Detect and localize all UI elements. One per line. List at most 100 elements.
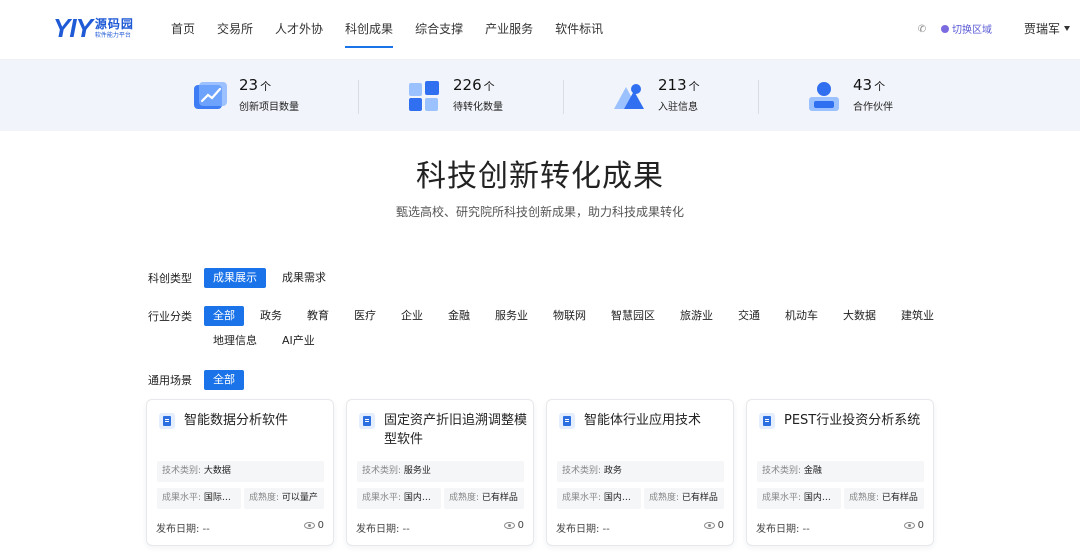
card-maturity-field: 成熟度: 可以量产 bbox=[244, 488, 324, 509]
chip-industry-finance[interactable]: 金融 bbox=[439, 306, 479, 326]
eye-icon bbox=[903, 522, 915, 529]
card-tech-value: 金融 bbox=[803, 466, 822, 476]
switch-region-button[interactable]: 切换区域 bbox=[941, 21, 992, 36]
stat-pending-label: 待转化数量 bbox=[453, 102, 503, 113]
chip-type-showcase[interactable]: 成果展示 bbox=[204, 268, 266, 288]
top-header: YIY 源码园 软件能力平台 首页 交易所 人才外协 科创成果 综合支撑 产业服… bbox=[0, 0, 1080, 60]
stat-entries-unit: 个 bbox=[688, 80, 700, 93]
logo-text: 源码园 软件能力平台 bbox=[95, 17, 134, 40]
card-views: 0 bbox=[303, 520, 324, 531]
filter-scene-row: 通用场景 全部 bbox=[148, 370, 251, 390]
card-tech-key: 技术类别: bbox=[762, 466, 802, 476]
logo-slogan: 软件能力平台 bbox=[94, 31, 131, 39]
card-views-count: 0 bbox=[517, 520, 524, 531]
site-logo[interactable]: YIY 源码园 软件能力平台 bbox=[53, 14, 134, 42]
chip-industry-service[interactable]: 服务业 bbox=[486, 306, 537, 326]
chip-industry-geo[interactable]: 地理信息 bbox=[204, 331, 266, 351]
stat-partners-label: 合作伙伴 bbox=[853, 102, 893, 113]
card-tech-value: 政务 bbox=[603, 466, 622, 476]
nav-exchange[interactable]: 交易所 bbox=[206, 0, 264, 60]
chip-industry-all[interactable]: 全部 bbox=[204, 306, 244, 326]
filter-type-row: 科创类型 成果展示 成果需求 bbox=[148, 268, 342, 288]
chip-industry-smart-park[interactable]: 智慧园区 bbox=[602, 306, 664, 326]
nav-innovation[interactable]: 科创成果 bbox=[334, 0, 404, 60]
person-card-icon bbox=[805, 77, 843, 115]
chip-industry-bigdata[interactable]: 大数据 bbox=[834, 306, 885, 326]
chip-industry-enterprise[interactable]: 企业 bbox=[392, 306, 432, 326]
chip-industry-tourism[interactable]: 旅游业 bbox=[671, 306, 722, 326]
card-maturity-key: 成熟度: bbox=[249, 493, 280, 503]
document-edit-icon bbox=[559, 413, 575, 429]
card-date: 发布日期: -- bbox=[556, 524, 610, 535]
result-card[interactable]: 智能数据分析软件 技术类别: 大数据 成果水平: 国际… 成熟度: 可以量产 发… bbox=[146, 399, 334, 546]
card-tech-field: 技术类别: 政务 bbox=[557, 461, 724, 482]
chip-industry-traffic[interactable]: 交通 bbox=[729, 306, 769, 326]
card-title[interactable]: 智能体行业应用技术 bbox=[584, 411, 730, 430]
filter-industry-label: 行业分类 bbox=[148, 310, 192, 323]
card-level-key: 成果水平: bbox=[162, 493, 202, 503]
card-maturity-field: 成熟度: 已有样品 bbox=[444, 488, 524, 509]
user-menu[interactable]: 贾瑞军 bbox=[1024, 20, 1071, 37]
card-title[interactable]: 固定资产折旧追溯调整模型软件 bbox=[384, 411, 530, 449]
chip-industry-medical[interactable]: 医疗 bbox=[345, 306, 385, 326]
nav-industry-service[interactable]: 产业服务 bbox=[474, 0, 544, 60]
page-title: 科技创新转化成果 bbox=[416, 159, 664, 194]
nav-support[interactable]: 综合支撑 bbox=[404, 0, 474, 60]
card-tech-key: 技术类别: bbox=[562, 466, 602, 476]
card-maturity-field: 成熟度: 已有样品 bbox=[644, 488, 724, 509]
result-card[interactable]: PEST行业投资分析系统 技术类别: 金融 成果水平: 国内… 成熟度: 已有样… bbox=[746, 399, 934, 546]
stats-bar: 23 个 创新项目数量 226 个 待转化数量 213 个 入驻信息 43 个 … bbox=[0, 60, 1080, 131]
card-maturity-key: 成熟度: bbox=[849, 493, 880, 503]
result-card[interactable]: 固定资产折旧追溯调整模型软件 技术类别: 服务业 成果水平: 国内… 成熟度: … bbox=[346, 399, 534, 546]
card-maturity-key: 成熟度: bbox=[449, 493, 480, 503]
card-level-key: 成果水平: bbox=[362, 493, 402, 503]
filter-type-label: 科创类型 bbox=[148, 272, 192, 285]
logo-mark: YIY bbox=[53, 13, 93, 43]
chip-industry-iot[interactable]: 物联网 bbox=[544, 306, 595, 326]
stat-partners-unit: 个 bbox=[874, 80, 886, 93]
card-title[interactable]: 智能数据分析软件 bbox=[184, 411, 330, 430]
result-card[interactable]: 智能体行业应用技术 技术类别: 政务 成果水平: 国内… 成熟度: 已有样品 发… bbox=[546, 399, 734, 546]
stat-pending: 226 个 待转化数量 bbox=[405, 60, 503, 131]
card-level-field: 成果水平: 国际… bbox=[157, 488, 241, 509]
card-maturity-field: 成熟度: 已有样品 bbox=[844, 488, 924, 509]
stat-entries-num: 213 bbox=[658, 76, 687, 94]
card-level-key: 成果水平: bbox=[762, 493, 802, 503]
chip-industry-edu[interactable]: 教育 bbox=[298, 306, 338, 326]
card-tech-field: 技术类别: 金融 bbox=[757, 461, 924, 482]
user-name: 贾瑞军 bbox=[1024, 22, 1061, 36]
chip-type-demand[interactable]: 成果需求 bbox=[273, 268, 335, 288]
chip-industry-construction[interactable]: 建筑业 bbox=[892, 306, 943, 326]
nav-home[interactable]: 首页 bbox=[160, 0, 206, 60]
card-level-key: 成果水平: bbox=[562, 493, 602, 503]
stat-projects-label: 创新项目数量 bbox=[239, 102, 299, 113]
stat-pending-unit: 个 bbox=[483, 80, 495, 93]
card-title[interactable]: PEST行业投资分析系统 bbox=[784, 411, 930, 430]
chip-industry-gov[interactable]: 政务 bbox=[251, 306, 291, 326]
phone-icon[interactable]: ✆ bbox=[915, 22, 929, 38]
nav-tenders[interactable]: 软件标讯 bbox=[544, 0, 614, 60]
nav-talent[interactable]: 人才外协 bbox=[264, 0, 334, 60]
chip-industry-ai[interactable]: AI产业 bbox=[273, 331, 324, 351]
eye-icon bbox=[703, 522, 715, 529]
stat-projects-num: 23 bbox=[239, 76, 259, 94]
card-tech-value: 服务业 bbox=[403, 466, 431, 476]
card-level-value: 国际… bbox=[203, 493, 231, 503]
stat-partners: 43 个 合作伙伴 bbox=[805, 60, 893, 131]
stat-entries-label: 入驻信息 bbox=[658, 102, 698, 113]
card-level-field: 成果水平: 国内… bbox=[757, 488, 841, 509]
document-edit-icon bbox=[759, 413, 775, 429]
filter-industry-row: 行业分类 全部 政务 教育 医疗 企业 金融 服务业 物联网 智慧园区 旅游业 … bbox=[148, 306, 950, 326]
chip-industry-vehicle[interactable]: 机动车 bbox=[776, 306, 827, 326]
chip-scene-all[interactable]: 全部 bbox=[204, 370, 244, 390]
card-maturity-value: 已有样品 bbox=[481, 493, 518, 503]
card-maturity-value: 已有样品 bbox=[881, 493, 918, 503]
card-level-field: 成果水平: 国内… bbox=[357, 488, 441, 509]
card-level-value: 国内… bbox=[603, 493, 631, 503]
page-subtitle: 甄选高校、研究院所科技创新成果，助力科技成果转化 bbox=[395, 205, 684, 219]
triangle-shapes-icon bbox=[610, 77, 648, 115]
grid-blocks-icon bbox=[405, 77, 443, 115]
card-tech-field: 技术类别: 大数据 bbox=[157, 461, 324, 482]
stat-projects-unit: 个 bbox=[260, 80, 272, 93]
card-views: 0 bbox=[703, 520, 724, 531]
